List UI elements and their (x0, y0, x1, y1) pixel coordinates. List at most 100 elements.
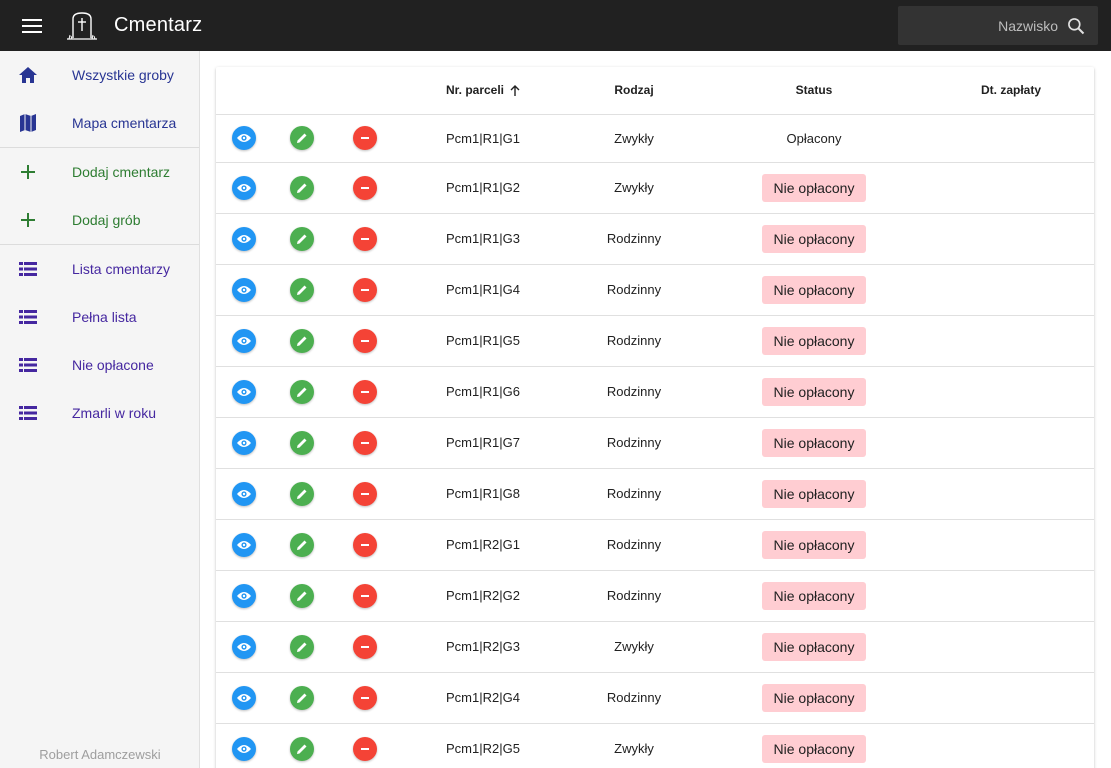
delete-cell (332, 519, 398, 571)
type-cell: Zwykły (568, 723, 700, 768)
search-icon[interactable] (1066, 16, 1086, 36)
edit-cell (272, 315, 332, 367)
delete-icon[interactable] (353, 328, 377, 353)
view-cell (216, 519, 272, 571)
sidebar-item-died-in-year[interactable]: Zmarli w roku (0, 389, 199, 437)
view-cell (216, 672, 272, 724)
edit-icon[interactable] (290, 430, 314, 455)
parcel-cell: Pcm1|R2|G5 (398, 723, 568, 768)
delete-cell (332, 366, 398, 418)
sidebar-item-add-grave[interactable]: Dodaj grób (0, 196, 199, 244)
edit-cell (272, 723, 332, 768)
table-row: Pcm1|R2|G4 Rodzinny Nie opłacony (216, 672, 1094, 724)
edit-icon[interactable] (290, 685, 314, 710)
view-icon[interactable] (232, 583, 256, 608)
view-icon[interactable] (232, 430, 256, 455)
edit-icon[interactable] (290, 175, 314, 200)
status-cell: Nie opłacony (700, 366, 928, 418)
header-payment-date[interactable]: Dt. zapłaty (928, 67, 1094, 115)
view-cell (216, 162, 272, 214)
list-icon (0, 262, 56, 276)
view-icon[interactable] (232, 379, 256, 404)
plus-icon (0, 212, 56, 228)
view-icon[interactable] (232, 277, 256, 302)
graves-table-card: Nr. parceli Rodzaj Status Dt. zapłaty Pc… (216, 67, 1094, 768)
status-cell: Nie opłacony (700, 264, 928, 316)
edit-icon[interactable] (290, 634, 314, 659)
view-icon[interactable] (232, 126, 256, 150)
status-badge: Nie opłacony (761, 734, 867, 763)
edit-icon[interactable] (290, 379, 314, 404)
search-input[interactable] (916, 17, 1066, 34)
parcel-cell: Pcm1|R1|G7 (398, 417, 568, 469)
table-row: Pcm1|R1|G7 Rodzinny Nie opłacony (216, 417, 1094, 469)
delete-icon[interactable] (353, 481, 377, 506)
edit-icon[interactable] (290, 226, 314, 251)
table-row: Pcm1|R1|G1 Zwykły Opłacony (216, 114, 1094, 163)
sidebar-item-cemetery-map[interactable]: Mapa cmentarza (0, 99, 199, 147)
sidebar: Wszystkie groby Mapa cmentarza Dodaj cme… (0, 51, 200, 768)
view-icon[interactable] (232, 685, 256, 710)
status-cell: Nie opłacony (700, 723, 928, 768)
status-badge: Nie opłacony (761, 479, 867, 508)
status-cell: Nie opłacony (700, 621, 928, 673)
delete-icon[interactable] (353, 583, 377, 608)
delete-icon[interactable] (353, 634, 377, 659)
edit-icon[interactable] (290, 736, 314, 761)
sidebar-item-cemetery-list[interactable]: Lista cmentarzy (0, 245, 199, 293)
hamburger-icon (22, 18, 42, 33)
view-cell (216, 264, 272, 316)
edit-icon[interactable] (290, 328, 314, 353)
parcel-cell: Pcm1|R1|G1 (398, 114, 568, 163)
edit-cell (272, 519, 332, 571)
view-icon[interactable] (232, 532, 256, 557)
edit-icon[interactable] (290, 481, 314, 506)
delete-icon[interactable] (353, 126, 377, 150)
view-icon[interactable] (232, 634, 256, 659)
header-type[interactable]: Rodzaj (568, 67, 700, 115)
delete-icon[interactable] (353, 379, 377, 404)
sidebar-item-unpaid[interactable]: Nie opłacone (0, 341, 199, 389)
view-icon[interactable] (232, 226, 256, 251)
menu-button[interactable] (0, 0, 64, 51)
delete-icon[interactable] (353, 175, 377, 200)
view-cell (216, 213, 272, 265)
delete-icon[interactable] (353, 430, 377, 455)
sidebar-item-all-graves[interactable]: Wszystkie groby (0, 51, 199, 99)
edit-icon[interactable] (290, 583, 314, 608)
type-cell: Rodzinny (568, 672, 700, 724)
list-icon (0, 406, 56, 420)
delete-icon[interactable] (353, 685, 377, 710)
header-status[interactable]: Status (700, 67, 928, 115)
edit-cell (272, 672, 332, 724)
sidebar-item-label: Dodaj cmentarz (72, 164, 171, 180)
sort-arrow-up-icon[interactable] (510, 85, 520, 97)
delete-icon[interactable] (353, 226, 377, 251)
view-icon[interactable] (232, 175, 256, 200)
view-cell (216, 723, 272, 768)
edit-icon[interactable] (290, 532, 314, 557)
status-badge: Nie opłacony (761, 224, 867, 253)
status-cell: Nie opłacony (700, 162, 928, 214)
parcel-cell: Pcm1|R1|G4 (398, 264, 568, 316)
parcel-cell: Pcm1|R2|G4 (398, 672, 568, 724)
view-cell (216, 468, 272, 520)
edit-icon[interactable] (290, 126, 314, 150)
sidebar-item-full-list[interactable]: Pełna lista (0, 293, 199, 341)
sidebar-item-add-cemetery[interactable]: Dodaj cmentarz (0, 148, 199, 196)
delete-icon[interactable] (353, 532, 377, 557)
status-text: Opłacony (786, 130, 842, 146)
edit-icon[interactable] (290, 277, 314, 302)
edit-cell (272, 570, 332, 622)
delete-icon[interactable] (353, 277, 377, 302)
app-bar: Cmentarz (0, 0, 1111, 51)
edit-cell (272, 366, 332, 418)
delete-icon[interactable] (353, 736, 377, 761)
payment-date-cell (928, 723, 1094, 768)
view-icon[interactable] (232, 481, 256, 506)
payment-date-cell (928, 264, 1094, 316)
view-icon[interactable] (232, 736, 256, 761)
header-parcel[interactable]: Nr. parceli (398, 67, 568, 115)
view-icon[interactable] (232, 328, 256, 353)
type-cell: Rodzinny (568, 468, 700, 520)
